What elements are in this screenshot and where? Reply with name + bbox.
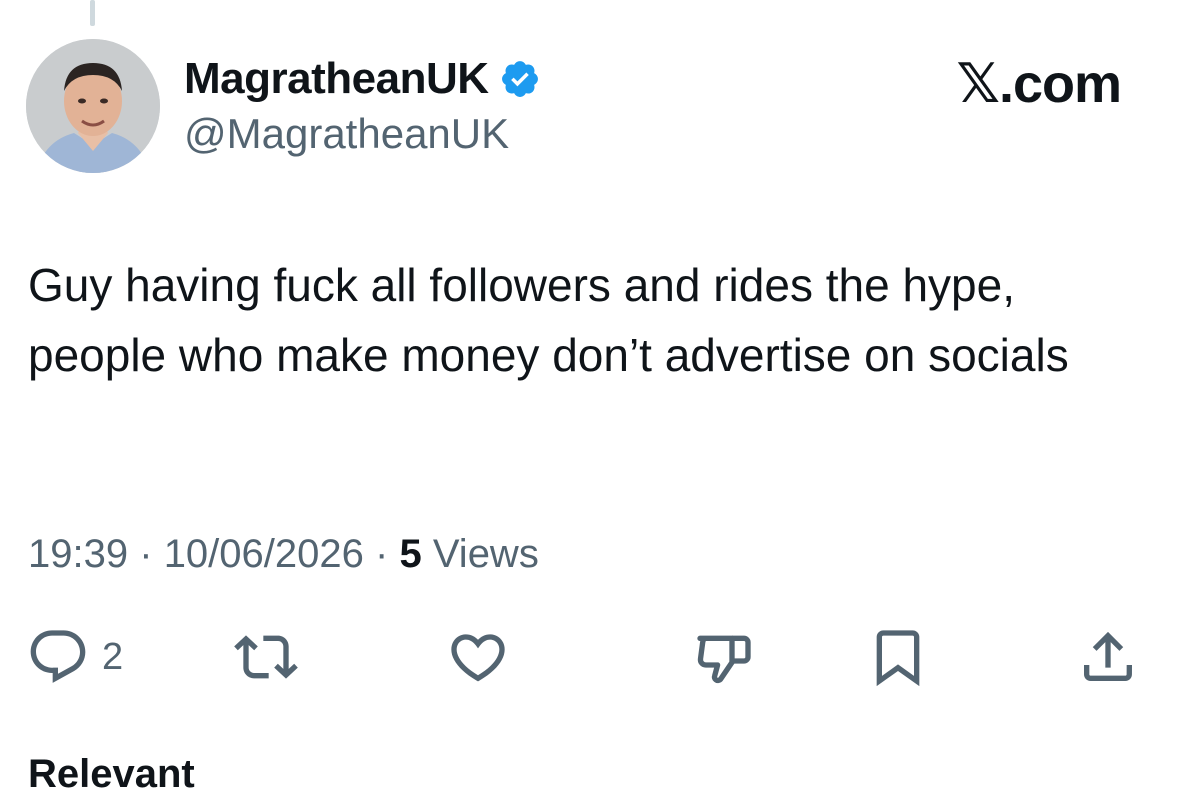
avatar[interactable] — [26, 39, 160, 173]
verified-badge-icon — [501, 61, 538, 97]
tweet-time[interactable]: 19:39 — [28, 532, 128, 576]
x-com-logo: 𝕏 .com — [956, 52, 1122, 115]
reply-icon — [30, 630, 86, 683]
logo-domain-suffix: .com — [998, 53, 1122, 114]
avatar-image — [26, 39, 160, 173]
views-label: Views — [432, 532, 539, 576]
dislike-button[interactable] — [692, 622, 756, 692]
meta-separator: · — [375, 532, 389, 576]
like-button[interactable] — [446, 622, 510, 692]
share-button[interactable] — [1076, 622, 1140, 692]
thread-connector-line — [90, 0, 95, 26]
bookmark-icon — [876, 630, 920, 687]
tweet-date[interactable]: 10/06/2026 — [164, 532, 364, 576]
repost-button[interactable] — [234, 622, 298, 692]
x-logo-icon: 𝕏 — [956, 54, 1000, 114]
display-name-text: MagratheanUK — [184, 54, 489, 103]
repost-icon — [234, 635, 298, 679]
reply-count: 2 — [102, 635, 124, 678]
author-handle[interactable]: @MagratheanUK — [184, 110, 509, 158]
like-icon — [451, 634, 505, 682]
bookmark-button[interactable] — [866, 622, 930, 692]
views-count: 5 — [399, 532, 422, 576]
next-section-heading: Relevant — [28, 752, 195, 796]
tweet-action-bar: 2 — [0, 622, 1179, 692]
tweet-text: Guy having fuck all followers and rides … — [28, 259, 1069, 381]
share-icon — [1084, 631, 1132, 681]
tweet-metadata: 19:39 · 10/06/2026 · 5 Views — [28, 532, 539, 577]
author-display-name[interactable]: MagratheanUK — [184, 54, 541, 104]
dislike-icon — [697, 635, 751, 684]
meta-separator: · — [139, 532, 153, 576]
reply-button[interactable]: 2 — [26, 622, 123, 692]
